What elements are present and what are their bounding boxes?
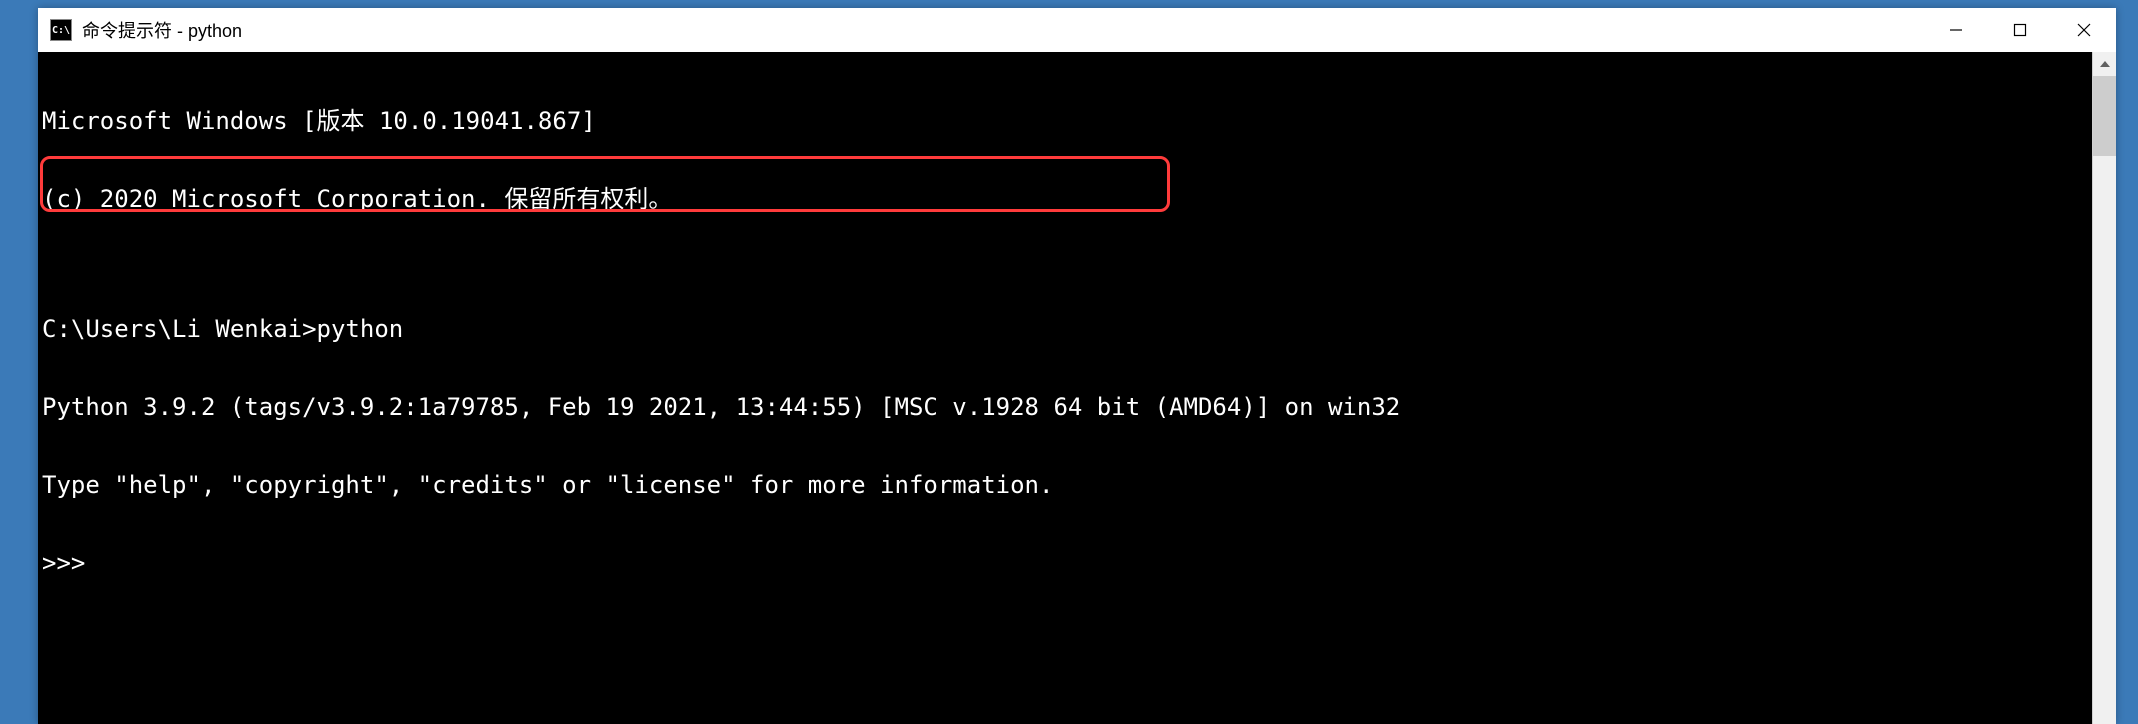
cmd-icon: C:\ <box>50 19 72 41</box>
minimize-button[interactable] <box>1924 8 1988 52</box>
scroll-thumb[interactable] <box>2093 76 2116 156</box>
terminal-prompt[interactable]: >>> <box>42 550 2092 576</box>
close-button[interactable] <box>2052 8 2116 52</box>
terminal-line: Microsoft Windows [版本 10.0.19041.867] <box>42 108 2092 134</box>
terminal-output[interactable]: Microsoft Windows [版本 10.0.19041.867] (c… <box>38 52 2092 724</box>
maximize-icon <box>2013 23 2027 37</box>
window-controls <box>1924 8 2116 52</box>
terminal-line: C:\Users\Li Wenkai>python <box>42 316 2092 342</box>
titlebar[interactable]: C:\ 命令提示符 - python <box>38 8 2116 52</box>
chevron-up-icon <box>2100 61 2110 67</box>
terminal-line: Python 3.9.2 (tags/v3.9.2:1a79785, Feb 1… <box>42 394 2092 420</box>
minimize-icon <box>1949 23 1963 37</box>
terminal-line: (c) 2020 Microsoft Corporation. 保留所有权利。 <box>42 186 2092 212</box>
terminal-wrapper: Microsoft Windows [版本 10.0.19041.867] (c… <box>38 52 2116 724</box>
terminal-line: Type "help", "copyright", "credits" or "… <box>42 472 2092 498</box>
vertical-scrollbar[interactable] <box>2092 52 2116 724</box>
window-title: 命令提示符 - python <box>82 17 242 43</box>
command-prompt-window: C:\ 命令提示符 - python Microsoft Windows [版本… <box>38 8 2116 724</box>
scroll-up-button[interactable] <box>2093 52 2116 76</box>
maximize-button[interactable] <box>1988 8 2052 52</box>
close-icon <box>2077 23 2091 37</box>
